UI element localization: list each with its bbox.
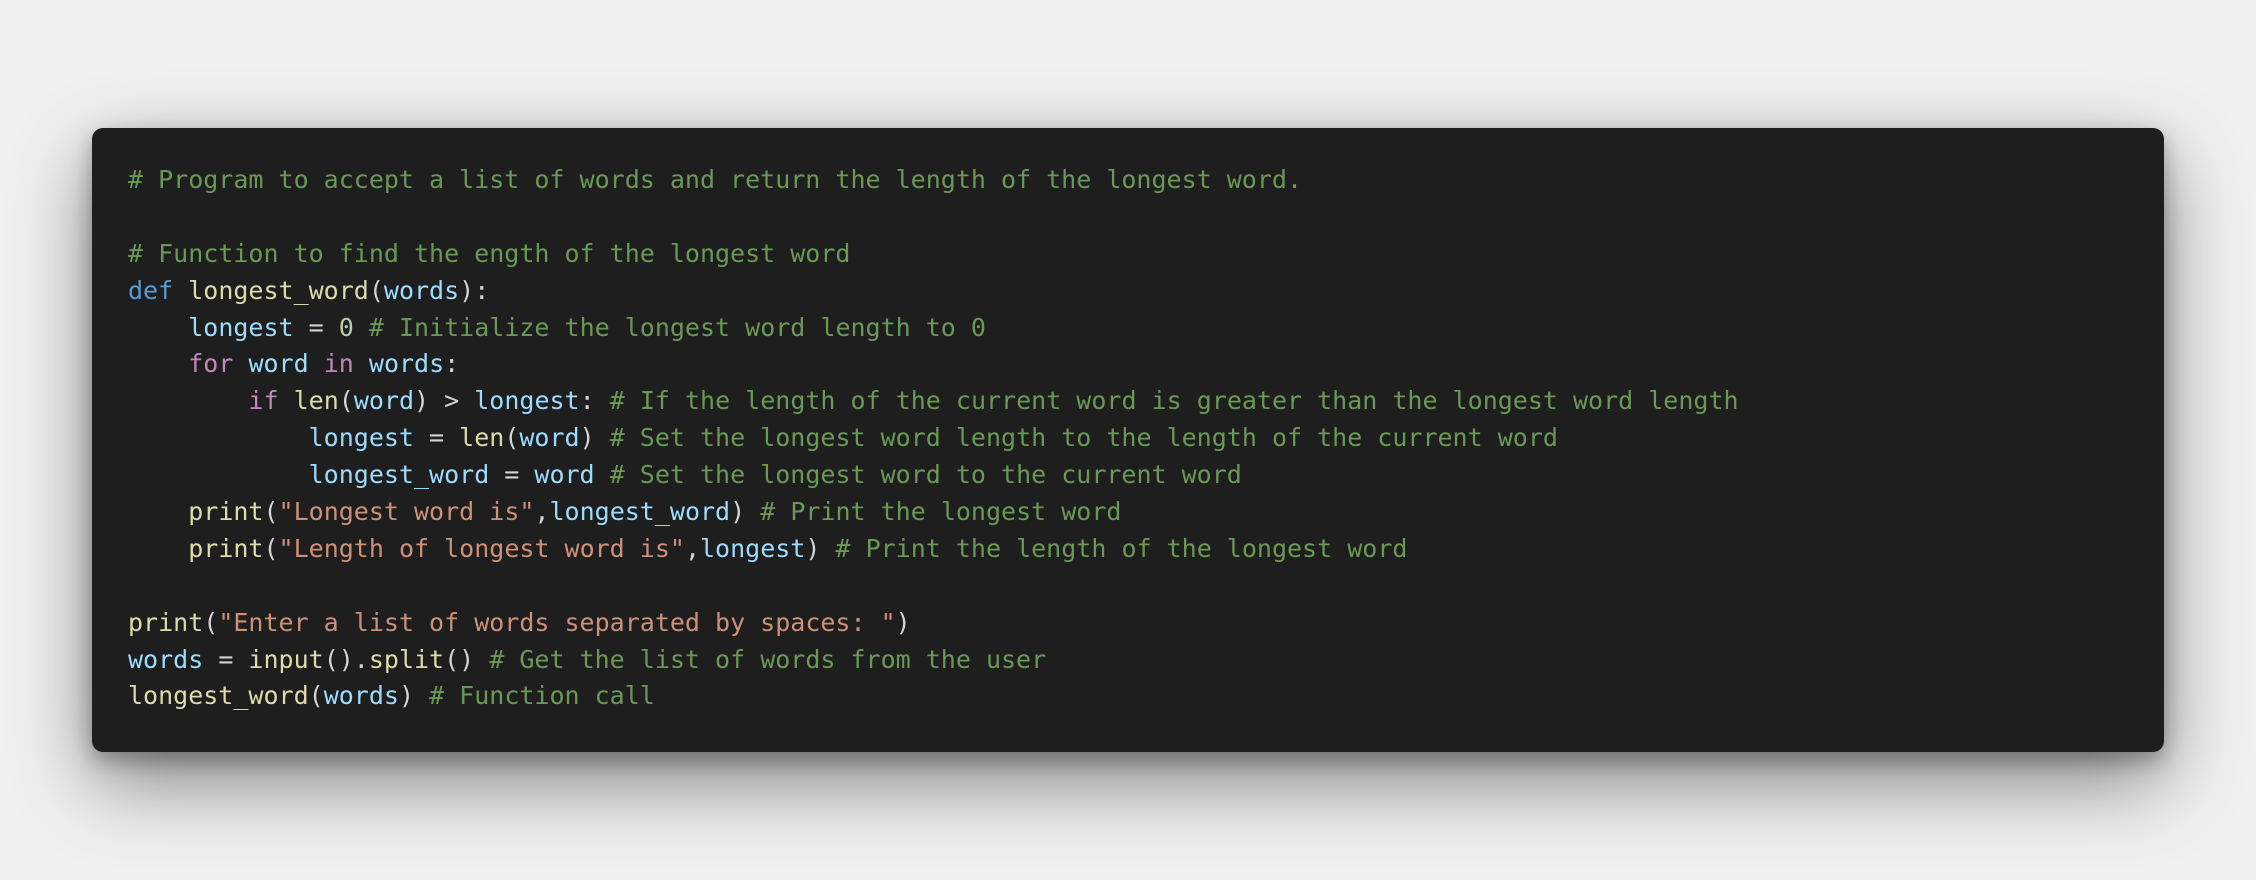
code-token-string: "Enter a list of words separated by spac…: [218, 607, 896, 637]
code-token-plain: (: [263, 533, 279, 563]
code-line: print("Length of longest word is",longes…: [128, 531, 2128, 568]
code-line: longest = 0 # Initialize the longest wor…: [128, 310, 2128, 347]
code-token-var: longest: [308, 423, 414, 453]
code-token-number: 0: [338, 312, 354, 342]
code-token-comment: # Function to find the ength of the long…: [128, 238, 851, 268]
code-token-func: print: [188, 533, 264, 563]
code-line: if len(word) > longest: # If the length …: [128, 383, 2128, 420]
code-token-var: word: [534, 460, 595, 490]
code-token-func: longest_word: [128, 681, 309, 711]
code-token-comment: # Program to accept a list of words and …: [128, 165, 1302, 194]
code-line: print("Enter a list of words separated b…: [128, 605, 2128, 642]
code-token-plain: =: [203, 644, 249, 674]
code-line: longest_word(words) # Function call: [128, 678, 2128, 715]
code-token-var: words: [323, 681, 399, 711]
code-token-plain: (: [368, 275, 384, 305]
code-token-plain: ().: [323, 644, 369, 674]
code-token-comment: # If the length of the current word is g…: [609, 386, 1739, 416]
code-token-plain: (: [308, 681, 324, 711]
blank-line: ​: [128, 199, 2128, 236]
code-token-var: longest_word: [549, 497, 731, 527]
code-token-comment: # Set the longest word to the current wo…: [609, 460, 1242, 490]
code-line: # Function to find the ength of the long…: [128, 236, 2128, 273]
code-token-var: longest: [700, 533, 806, 563]
code-line: # Program to accept a list of words and …: [128, 162, 2128, 199]
code-token-plain: ,: [534, 497, 550, 527]
code-token-plain: =: [413, 423, 460, 453]
code-token-var: word: [519, 423, 580, 453]
code-token-comment: # Function call: [429, 681, 655, 711]
code-token-plain: ):: [459, 275, 490, 305]
code-token-comment: # Print the length of the longest word: [835, 533, 1408, 563]
code-line: longest_word = word # Set the longest wo…: [128, 457, 2128, 494]
code-token-func: longest_word: [188, 275, 369, 305]
code-token-plain: (: [338, 386, 354, 416]
code-token-var: longest: [188, 312, 294, 342]
code-line: longest = len(word) # Set the longest wo…: [128, 420, 2128, 457]
code-token-comment: # Set the longest word length to the len…: [609, 423, 1558, 453]
code-line: def longest_word(words):: [128, 273, 2128, 310]
code-token-comment: # Get the list of words from the user: [489, 644, 1047, 674]
code-token-plain: ): [805, 533, 836, 563]
code-token-plain: :: [579, 386, 610, 416]
code-token-plain: =: [489, 460, 535, 490]
code-token-func: split: [368, 644, 445, 674]
code-token-control: if: [248, 386, 279, 416]
code-token-var: longest_word: [308, 460, 490, 490]
code-token-var: words: [383, 275, 460, 305]
code-token-func: print: [128, 607, 204, 637]
code-token-plain: (): [444, 644, 490, 674]
code-token-plain: (: [263, 497, 279, 527]
code-token-plain: ): [895, 607, 911, 637]
code-line: for word in words:: [128, 346, 2128, 383]
code-token-plain: ) >: [414, 386, 475, 416]
code-token-string: "Longest word is": [278, 497, 535, 527]
code-token-plain: (: [504, 423, 520, 453]
code-line: words = input().split() # Get the list o…: [128, 642, 2128, 679]
code-lines: # Program to accept a list of words and …: [128, 162, 2128, 715]
code-block: # Program to accept a list of words and …: [92, 128, 2164, 752]
code-token-var: word: [248, 349, 309, 379]
code-token-keyword: def: [128, 275, 174, 305]
blank-line: ​: [128, 568, 2128, 605]
code-line: print("Longest word is",longest_word) # …: [128, 494, 2128, 531]
code-token-comment: # Print the longest word: [760, 497, 1122, 527]
code-token-control: in: [323, 349, 354, 379]
code-token-control: for: [188, 349, 234, 379]
code-token-plain: =: [293, 312, 339, 342]
code-token-plain: ): [579, 423, 610, 453]
code-token-string: "Length of longest word is": [278, 533, 685, 563]
code-token-plain: (: [203, 607, 219, 637]
code-token-comment: # Initialize the longest word length to …: [368, 312, 986, 342]
code-token-var: words: [368, 349, 445, 379]
code-token-func: len: [459, 423, 505, 453]
code-token-func: input: [248, 644, 324, 674]
code-token-plain: :: [444, 349, 460, 379]
code-token-var: words: [128, 644, 204, 674]
code-token-plain: ): [730, 497, 761, 527]
code-token-var: word: [353, 386, 415, 416]
code-token-plain: ,: [684, 533, 700, 563]
code-token-var: longest: [474, 386, 580, 416]
code-token-plain: ): [398, 681, 430, 711]
code-token-func: len: [293, 386, 339, 416]
code-token-func: print: [188, 497, 264, 527]
